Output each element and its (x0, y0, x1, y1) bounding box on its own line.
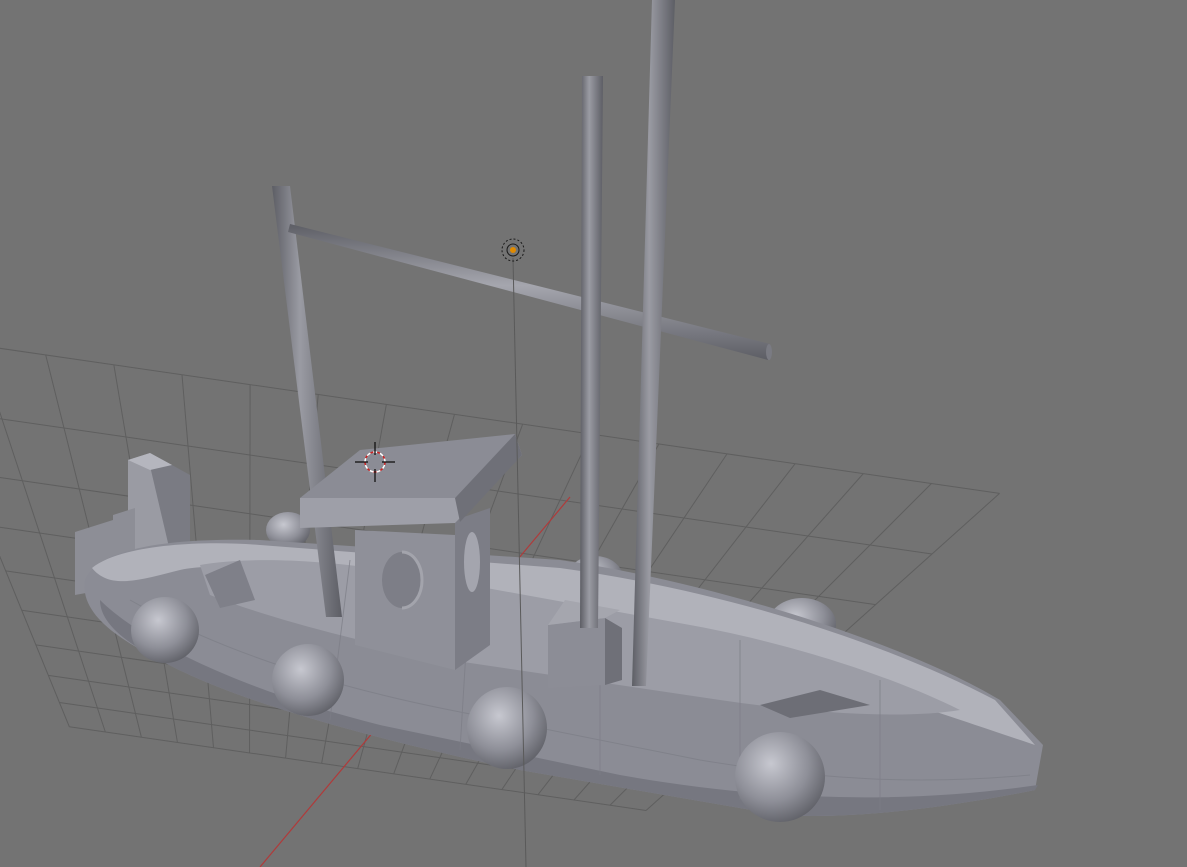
fender-buoy-front-2[interactable] (272, 644, 344, 716)
yard-boom[interactable] (288, 224, 772, 360)
grid-line (0, 555, 70, 727)
3d-viewport[interactable] (0, 0, 1187, 867)
fender-buoy-front-4[interactable] (735, 732, 825, 822)
fender-buoy-front-3[interactable] (467, 687, 547, 769)
light-point-icon[interactable] (501, 238, 525, 262)
viewport-scene[interactable] (0, 0, 1187, 867)
fender-buoy-front-1[interactable] (131, 597, 199, 663)
center-mast[interactable] (580, 76, 603, 628)
